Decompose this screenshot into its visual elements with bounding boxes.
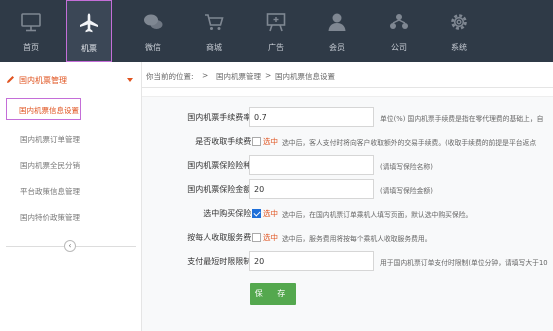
pencil-icon bbox=[6, 75, 15, 84]
sidebar-item-platform-policy[interactable]: 平台政策信息管理 bbox=[20, 186, 80, 197]
payment-limit-value: 20 bbox=[254, 257, 265, 266]
payment-limit-input[interactable]: 20 bbox=[249, 251, 374, 271]
insurance-amount-value: 20 bbox=[254, 185, 265, 194]
breadcrumb-level1[interactable]: 国内机票管理 bbox=[216, 71, 261, 82]
charge-fee-label: 是否收取手续费: bbox=[195, 137, 254, 146]
fee-rate-label: 国内机票手续费率: bbox=[187, 113, 254, 122]
fee-rate-input[interactable]: 0.7 bbox=[249, 107, 374, 127]
charge-fee-checkbox[interactable] bbox=[252, 137, 261, 146]
force-insurance-checkbox-label[interactable]: 选中 bbox=[263, 209, 278, 218]
nav-member[interactable]: 会员 bbox=[314, 0, 360, 62]
insurance-amount-hint: (请填写保险金额) bbox=[380, 187, 433, 195]
charge-fee-option: 选中 选中后，客人支付时将向客户收取额外的交易手续费。(收取手续费的前提是平台返点 bbox=[252, 136, 536, 147]
nav-system[interactable]: 系统 bbox=[436, 0, 482, 62]
top-nav: 首页 机票 微信 商城 广告 会员 公司 系统 bbox=[0, 0, 553, 62]
breadcrumb-separator: > bbox=[202, 71, 209, 80]
payment-limit-row: 支付最短时限限制: 20 用于国内机票订单支付时限制(单位分钟，请填写大于10 bbox=[142, 251, 553, 273]
insurance-type-input[interactable] bbox=[249, 155, 374, 175]
insurance-amount-input[interactable]: 20 bbox=[249, 179, 374, 199]
charge-fee-row: 是否收取手续费: 选中 选中后，客人支付时将向客户收取额外的交易手续费。(收取手续… bbox=[142, 131, 553, 153]
insurance-type-row: 国内机票保险险种: (请填写保险名称) bbox=[142, 155, 553, 177]
settings-form: 国内机票手续费率: 0.7 单位(%) 国内机票手续费是指在零代理费的基础上，自… bbox=[142, 96, 553, 331]
breadcrumb-level2: 国内机票信息设置 bbox=[275, 72, 335, 81]
service-fee-label: 按每人收取服务费: bbox=[187, 233, 254, 242]
fee-rate-hint: 单位(%) 国内机票手续费是指在零代理费的基础上，自 bbox=[380, 115, 544, 123]
service-fee-option: 选中 选中后，服务费用将按每个乘机人收取服务费用。 bbox=[252, 232, 432, 243]
sidebar-item-label: 国内机票信息设置 bbox=[19, 106, 79, 115]
force-insurance-desc: 选中后，在国内机票订单乘机人填写页面，默认选中购买保险。 bbox=[282, 210, 473, 219]
service-fee-row: 按每人收取服务费: 选中 选中后，服务费用将按每个乘机人收取服务费用。 bbox=[142, 227, 553, 249]
fee-rate-row: 国内机票手续费率: 0.7 单位(%) 国内机票手续费是指在零代理费的基础上，自 bbox=[142, 107, 553, 129]
nav-system-label: 系统 bbox=[451, 43, 467, 52]
payment-limit-label: 支付最短时限限制: bbox=[187, 257, 254, 266]
nav-wechat[interactable]: 微信 bbox=[130, 0, 176, 62]
force-insurance-checkbox[interactable] bbox=[252, 209, 261, 218]
insurance-type-label: 国内机票保险险种: bbox=[187, 161, 254, 170]
save-button[interactable]: 保 存 bbox=[250, 283, 296, 305]
payment-limit-hint: 用于国内机票订单支付时限制(单位分钟，请填写大于10 bbox=[380, 259, 548, 267]
chevron-down-icon bbox=[127, 78, 133, 82]
sidebar-item-ticket-info-settings[interactable]: 国内机票信息设置 bbox=[6, 98, 81, 120]
insurance-amount-label: 国内机票保险金额: bbox=[187, 185, 254, 194]
insurance-amount-row: 国内机票保险金额: 20 (请填写保险金额) bbox=[142, 179, 553, 201]
nav-company[interactable]: 公司 bbox=[376, 0, 422, 62]
nav-ticket-label: 机票 bbox=[81, 44, 97, 53]
nav-mall-label: 商城 bbox=[206, 43, 222, 52]
force-insurance-label: 选中购买保险: bbox=[203, 209, 254, 218]
sidebar-section-title: 国内机票管理 bbox=[19, 76, 67, 85]
nav-company-label: 公司 bbox=[391, 43, 407, 52]
nav-ticket[interactable]: 机票 bbox=[66, 0, 112, 62]
service-fee-checkbox-label[interactable]: 选中 bbox=[263, 233, 278, 242]
sidebar: 国内机票管理 国内机票信息设置 国内机票订单管理 国内机票全民分销 平台政策信息… bbox=[0, 62, 142, 331]
breadcrumb-prefix: 你当前的位置: bbox=[146, 72, 194, 81]
wechat-icon bbox=[142, 11, 164, 33]
sidebar-section-header[interactable]: 国内机票管理 bbox=[0, 70, 142, 90]
monitor-icon bbox=[20, 11, 42, 33]
force-insurance-option: 选中 选中后，在国内机票订单乘机人填写页面，默认选中购买保险。 bbox=[252, 208, 472, 219]
insurance-type-hint: (请填写保险名称) bbox=[380, 163, 433, 171]
sidebar-item-special-policy[interactable]: 国内特价政策管理 bbox=[20, 212, 80, 223]
breadcrumb-separator: > bbox=[265, 71, 272, 80]
cart-icon bbox=[203, 11, 225, 33]
nav-mall[interactable]: 商城 bbox=[191, 0, 237, 62]
service-fee-checkbox[interactable] bbox=[252, 233, 261, 242]
nav-wechat-label: 微信 bbox=[145, 43, 161, 52]
nav-member-label: 会员 bbox=[329, 43, 345, 52]
service-fee-desc: 选中后，服务费用将按每个乘机人收取服务费用。 bbox=[282, 234, 432, 243]
company-icon bbox=[388, 11, 410, 33]
nav-ads[interactable]: 广告 bbox=[253, 0, 299, 62]
airplane-icon bbox=[78, 12, 100, 34]
billboard-icon bbox=[265, 11, 287, 33]
force-insurance-row: 选中购买保险: 选中 选中后，在国内机票订单乘机人填写页面，默认选中购买保险。 bbox=[142, 203, 553, 225]
nav-home[interactable]: 首页 bbox=[8, 0, 54, 62]
collapse-sidebar-button[interactable]: ‹ bbox=[64, 240, 76, 252]
charge-fee-checkbox-label[interactable]: 选中 bbox=[263, 137, 278, 146]
gear-icon bbox=[448, 11, 470, 33]
sidebar-item-distribution[interactable]: 国内机票全民分销 bbox=[20, 160, 80, 171]
breadcrumb: 你当前的位置: > 国内机票管理 > 国内机票信息设置 bbox=[142, 62, 553, 88]
fee-rate-value: 0.7 bbox=[254, 113, 267, 122]
user-icon bbox=[326, 11, 348, 33]
nav-ads-label: 广告 bbox=[268, 43, 284, 52]
nav-home-label: 首页 bbox=[23, 43, 39, 52]
charge-fee-desc: 选中后，客人支付时将向客户收取额外的交易手续费。(收取手续费的前提是平台返点 bbox=[282, 138, 537, 147]
sidebar-item-order-management[interactable]: 国内机票订单管理 bbox=[20, 134, 80, 145]
